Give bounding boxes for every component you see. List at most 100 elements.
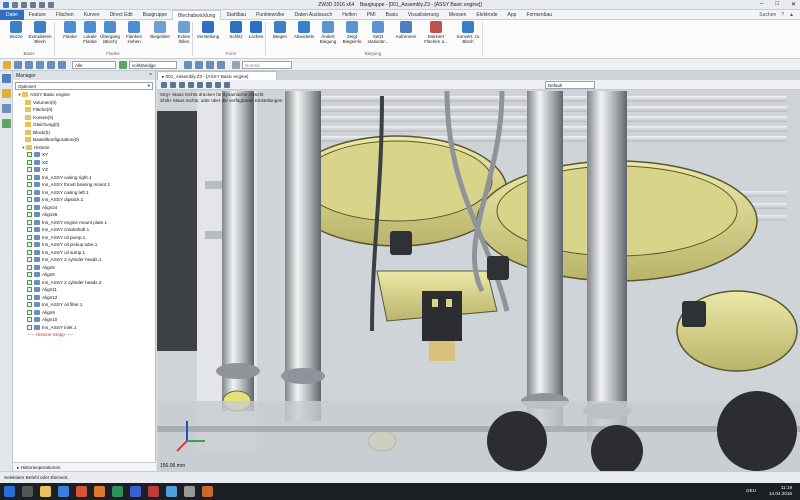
visibility-checkbox[interactable] — [27, 204, 32, 210]
menu-basis[interactable]: Basis — [381, 10, 403, 20]
visibility-checkbox[interactable] — [27, 227, 32, 233]
visibility-checkbox[interactable] — [27, 324, 32, 330]
tree-item[interactable]: XZ — [13, 159, 155, 167]
part-icon[interactable] — [47, 61, 55, 69]
menu-right-1[interactable]: ? — [781, 12, 784, 19]
tree-item[interactable]: Fläche(0) — [13, 106, 155, 114]
menu-right-2[interactable]: ▲ — [789, 12, 794, 19]
ribbon-btn-16[interactable]: Aufrennen — [394, 21, 418, 39]
app-icon-6[interactable] — [130, 486, 141, 497]
style-dropdown[interactable]: Normal — [242, 61, 292, 69]
menu-flächen[interactable]: Flächen — [51, 10, 79, 20]
menu-blechabwicklung[interactable]: Blechabwicklung — [172, 10, 222, 20]
ribbon-btn-6[interactable]: Biegelinie — [148, 21, 172, 39]
menu-elektrode[interactable]: Elektrode — [471, 10, 502, 20]
engine-model-render[interactable] — [157, 71, 800, 471]
ribbon-btn-17[interactable]: Markiert Flächen a... — [424, 21, 448, 44]
chrome-icon[interactable] — [76, 486, 87, 497]
ribbon-btn-18[interactable]: Konvert. zu Blech — [456, 21, 480, 44]
firefox-icon[interactable] — [94, 486, 105, 497]
ribbon-btn-8[interactable]: Verstellung — [196, 21, 220, 39]
tree-item[interactable]: Align25 — [13, 211, 155, 219]
menu-kurven[interactable]: Kurven — [79, 10, 105, 20]
shape-icon[interactable] — [58, 61, 66, 69]
ribbon-btn-15[interactable]: Setzt stationär... — [366, 21, 390, 44]
visibility-checkbox[interactable] — [27, 152, 32, 158]
tree-item[interactable]: Align11 — [13, 286, 155, 294]
app-icon-9[interactable] — [184, 486, 195, 497]
home-view-icon[interactable] — [161, 82, 167, 88]
visibility-checkbox[interactable] — [27, 212, 32, 218]
pick-icon[interactable] — [25, 61, 33, 69]
visibility-checkbox[interactable] — [27, 309, 32, 315]
tree-item[interactable]: Ins_ASSY engine mount plate.1 — [13, 219, 155, 227]
search-icon[interactable] — [22, 486, 33, 497]
tree-item[interactable]: Ins_ASSY casing left.1 — [13, 189, 155, 197]
menu-stahlbau[interactable]: Stahlbau — [221, 10, 251, 20]
menu-right-0[interactable]: Suchen — [759, 12, 776, 19]
visibility-checkbox[interactable] — [27, 249, 32, 255]
point-style-icon[interactable] — [217, 61, 225, 69]
visibility-checkbox[interactable] — [27, 287, 32, 293]
visibility-checkbox[interactable] — [27, 264, 32, 270]
tree-item[interactable]: Kurven(0) — [13, 114, 155, 122]
menu-pmi[interactable]: PMI — [362, 10, 381, 20]
ribbon-btn-14[interactable]: Zeigt Biegeinfo — [340, 21, 364, 44]
tree-item[interactable]: Gleichung(0) — [13, 121, 155, 129]
history-icon[interactable] — [2, 89, 11, 98]
ribbon-btn-5[interactable]: Flanken ziehen — [122, 21, 146, 44]
visibility-checkbox[interactable] — [27, 182, 32, 188]
visibility-checkbox[interactable] — [27, 279, 32, 285]
tree-item[interactable]: Align6 — [13, 271, 155, 279]
ribbon-btn-12[interactable]: Abwickeln — [292, 21, 316, 39]
rotate-icon[interactable] — [179, 82, 185, 88]
tree-item[interactable]: Ins_ASSY 2 cylinder heads.1 — [13, 256, 155, 264]
wireframe-icon[interactable] — [206, 82, 212, 88]
render-icon[interactable] — [224, 82, 230, 88]
menu-formenbau[interactable]: Formenbau — [521, 10, 557, 20]
minimize-icon[interactable]: – — [760, 1, 763, 8]
ribbon-btn-11[interactable]: Biegen — [268, 21, 292, 39]
view-style-dropdown[interactable]: Default — [545, 81, 595, 89]
tree-item[interactable]: Ins_ASSY oil filter.1 — [13, 301, 155, 309]
app-icon-10[interactable] — [202, 486, 213, 497]
history-operations-header[interactable]: ▸ Historieoperationen — [13, 462, 156, 471]
input-language[interactable]: DEU — [746, 488, 756, 493]
manager-icon[interactable] — [2, 74, 11, 83]
tree-item[interactable]: Ins_ASSY casing right.1 — [13, 174, 155, 182]
document-tab[interactable]: ▸ 001_Assembly.Z3 - [ASSY Basic engine] — [157, 71, 277, 80]
visibility-checkbox[interactable] — [27, 294, 32, 300]
assembly-mode-dropdown[interactable]: vollständige Baugrupp — [129, 61, 177, 69]
tree-item[interactable]: Align5 — [13, 264, 155, 272]
ribbon-btn-1[interactable]: Extrudieren Blech — [28, 21, 52, 44]
tree-item[interactable]: Ins_ASSY oil sump.1 — [13, 249, 155, 257]
explorer-icon[interactable] — [40, 486, 51, 497]
tree-item[interactable]: Align12 — [13, 294, 155, 302]
zoom-icon[interactable] — [170, 82, 176, 88]
layers-icon[interactable] — [2, 104, 11, 113]
view-icon[interactable] — [2, 119, 11, 128]
window-controls[interactable]: – □ ✕ — [760, 1, 796, 8]
zw3d-taskbar-icon[interactable] — [166, 486, 177, 497]
tree-item[interactable]: Ins_ASSY inlet.1 — [13, 324, 155, 332]
menu-visualisierung[interactable]: Visualisierung — [403, 10, 444, 20]
visibility-checkbox[interactable] — [27, 272, 32, 278]
menu-app[interactable]: App — [503, 10, 522, 20]
pointer-icon[interactable] — [3, 61, 11, 69]
visibility-checkbox[interactable] — [27, 257, 32, 263]
color-icon[interactable] — [184, 61, 192, 69]
menu-baugruppe[interactable]: Baugruppe — [138, 10, 172, 20]
shaded-view-icon[interactable] — [197, 82, 203, 88]
visibility-checkbox[interactable] — [27, 159, 32, 165]
tree-item[interactable]: ▾ Historie — [13, 144, 155, 152]
tree-item[interactable]: Align24 — [13, 204, 155, 212]
manager-view-dropdown[interactable]: Optimiert — [15, 82, 153, 90]
clock[interactable]: 11:19 14.04.2016 — [769, 485, 792, 497]
app-icon-5[interactable] — [112, 486, 123, 497]
tree-item[interactable]: Ins_ASSY crankshaft.1 — [13, 226, 155, 234]
menu-punktewolke[interactable]: Punktewolke — [251, 10, 289, 20]
menu-daten-austausch[interactable]: Daten Austausch — [289, 10, 337, 20]
ribbon-btn-4[interactable]: Übergang (Blech) — [98, 21, 122, 44]
visibility-checkbox[interactable] — [27, 167, 32, 173]
menu-feature[interactable]: Feature — [24, 10, 51, 20]
